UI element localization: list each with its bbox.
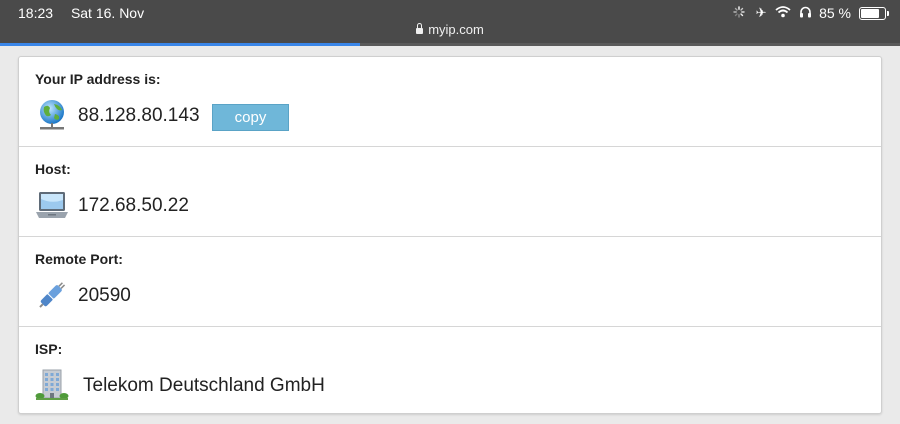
globe-network-icon bbox=[35, 98, 69, 132]
remote-port-row: Remote Port: 20590 bbox=[19, 237, 881, 327]
ip-address-label: Your IP address is: bbox=[35, 71, 161, 87]
status-bar-left: 18:23 Sat 16. Nov bbox=[18, 5, 158, 21]
status-time: 18:23 bbox=[18, 5, 54, 21]
remote-port-label: Remote Port: bbox=[35, 251, 123, 267]
isp-label: ISP: bbox=[35, 341, 63, 357]
wifi-icon bbox=[775, 5, 791, 21]
ip-address-value: 88.128.80.143 bbox=[78, 105, 200, 126]
host-row: Host: 172.68.50.22 bbox=[19, 147, 881, 237]
ip-address-row: Your IP address is: 88.128.80.143 copy bbox=[19, 57, 881, 147]
isp-value: Telekom Deutschland GmbH bbox=[83, 375, 325, 396]
airplane-icon: ✈ bbox=[755, 5, 767, 20]
ip-info-panel: Your IP address is: 88.128.80.143 copy H… bbox=[18, 56, 882, 414]
laptop-icon bbox=[35, 188, 69, 222]
top-bar: 18:23 Sat 16. Nov ✈ 85 % myip.com bbox=[0, 0, 900, 46]
battery-percent: 85 % bbox=[819, 5, 851, 21]
status-date: Sat 16. Nov bbox=[70, 5, 145, 21]
url-text: myip.com bbox=[428, 22, 484, 37]
host-label: Host: bbox=[35, 161, 71, 177]
remote-port-value: 20590 bbox=[78, 285, 131, 306]
lock-icon bbox=[416, 23, 424, 34]
battery-icon bbox=[859, 6, 889, 20]
plug-connector-icon bbox=[35, 278, 69, 312]
loading-spinner-icon bbox=[731, 5, 747, 21]
battery-fill bbox=[861, 8, 879, 18]
headphones-icon bbox=[797, 6, 813, 21]
host-value: 172.68.50.22 bbox=[78, 195, 189, 216]
address-bar[interactable]: myip.com bbox=[0, 22, 900, 37]
page-load-progress-fill bbox=[0, 43, 360, 46]
page-load-progress bbox=[0, 43, 900, 46]
isp-row: ISP: Telekom Deutschland GmbH bbox=[19, 327, 881, 416]
status-bar-right: ✈ 85 % bbox=[731, 5, 889, 21]
office-building-icon bbox=[35, 368, 69, 402]
copy-button[interactable]: copy bbox=[212, 104, 289, 131]
